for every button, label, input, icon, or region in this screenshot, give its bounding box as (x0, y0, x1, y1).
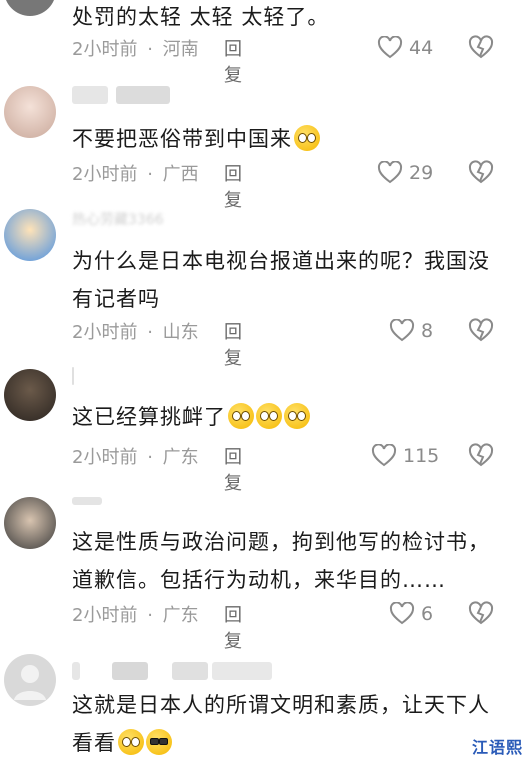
like-count: 44 (409, 37, 434, 59)
heart-icon (389, 319, 415, 342)
heart-icon (371, 444, 397, 467)
heart-icon (377, 161, 403, 184)
location: 广西 (162, 164, 199, 185)
avatar[interactable] (4, 369, 56, 421)
shocked-emoji (284, 403, 310, 429)
like-button[interactable]: 29 (377, 160, 433, 186)
comment-item: 处罚的太轻 太轻 太轻了。 2小时前 · 河南 回复 44 (0, 0, 531, 86)
comment-text: 不要把恶俗带到中国来 (72, 120, 502, 158)
heart-icon (377, 36, 403, 59)
like-count: 6 (421, 603, 434, 625)
avatar[interactable] (4, 0, 56, 16)
comment-item: 这已经算挑衅了 2小时前 · 广东 回复 115 (0, 365, 531, 494)
avatar[interactable] (4, 209, 56, 261)
comment-item: 热心劳藏3366 为什么是日本电视台报道出来的呢？我国没有记者吗 2小时前 · … (0, 205, 531, 369)
dislike-heart-icon[interactable] (468, 160, 494, 186)
shocked-emoji (256, 403, 282, 429)
comment-meta: 2小时前 · 广西 回复 (72, 160, 242, 211)
reply-button[interactable]: 回复 (224, 601, 242, 653)
comment-text: 处罚的太轻 太轻 太轻了。 (72, 5, 330, 29)
dislike-heart-icon[interactable] (468, 601, 494, 627)
dislike-heart-icon[interactable] (468, 443, 494, 469)
like-button[interactable]: 8 (389, 318, 433, 344)
comment-text: 为什么是日本电视台报道出来的呢？我国没有记者吗 (72, 249, 490, 311)
comment-meta: 2小时前 · 广东 回复 (72, 601, 242, 652)
shocked-emoji (118, 729, 144, 755)
heart-icon (389, 602, 415, 625)
dislike-heart-icon[interactable] (468, 318, 494, 344)
username: 热心劳藏3366 (72, 212, 164, 228)
comment-meta: 2小时前 · 河南 回复 (72, 35, 242, 86)
location: 河南 (162, 39, 199, 60)
shocked-emoji (228, 403, 254, 429)
like-button[interactable]: 44 (377, 35, 433, 61)
dislike-heart-icon[interactable] (468, 35, 494, 61)
cool-emoji (146, 729, 172, 755)
comment-meta: 2小时前 · 广东 回复 (72, 443, 242, 494)
like-button[interactable]: 6 (389, 601, 433, 627)
location: 山东 (162, 322, 199, 343)
username-blurred: 热心劳藏3366 (72, 209, 164, 231)
comment-text: 这是性质与政治问题，拘到他写的检讨书，道歉信。包括行为动机，来华目的…… (72, 530, 490, 592)
comment-item: 不要把恶俗带到中国来 2小时前 · 广西 回复 29 (0, 80, 531, 211)
shush-emoji (294, 125, 320, 151)
timestamp: 2小时前 (72, 322, 138, 343)
avatar[interactable] (4, 497, 56, 549)
watermark: 江语熙 (471, 738, 523, 757)
reply-button[interactable]: 回复 (224, 318, 242, 370)
timestamp: 2小时前 (72, 39, 138, 60)
like-count: 29 (409, 162, 434, 184)
like-count: 8 (421, 320, 434, 342)
comment-item: 这是性质与政治问题，拘到他写的检讨书，道歉信。包括行为动机，来华目的…… 2小时… (0, 493, 531, 652)
comment-text: 这就是日本人的所谓文明和素质，让天下人看看 (72, 693, 490, 755)
like-count: 115 (403, 445, 440, 467)
timestamp: 2小时前 (72, 447, 138, 468)
comment-text: 这已经算挑衅了 (72, 398, 502, 436)
location: 广东 (162, 447, 199, 468)
comment-meta: 2小时前 · 山东 回复 (72, 318, 242, 369)
comment-item: 这就是日本人的所谓文明和素质，让天下人看看 (0, 650, 531, 766)
reply-button[interactable]: 回复 (224, 443, 242, 495)
like-button[interactable]: 115 (371, 443, 439, 469)
avatar[interactable] (4, 86, 56, 138)
default-avatar-icon (14, 665, 46, 700)
avatar[interactable] (4, 654, 56, 706)
location: 广东 (162, 605, 199, 626)
timestamp: 2小时前 (72, 605, 138, 626)
timestamp: 2小时前 (72, 164, 138, 185)
